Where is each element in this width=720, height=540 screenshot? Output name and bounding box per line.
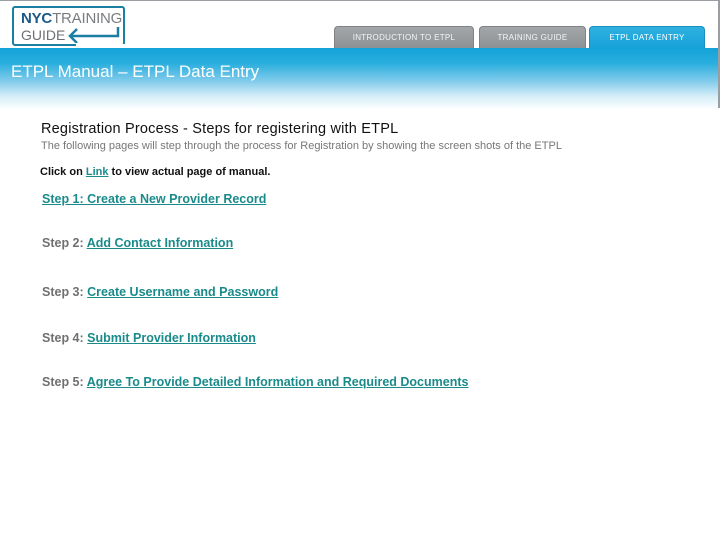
nyc-training-guide-logo[interactable]: NYCTRAINING GUIDE: [12, 6, 129, 50]
step-3: Step 3: Create Username and Password: [42, 285, 278, 299]
click-note-prefix: Click on: [40, 166, 86, 178]
step-2: Step 2: Add Contact Information: [42, 236, 233, 250]
step-2-link[interactable]: Add Contact Information: [87, 236, 234, 250]
page-title: ETPL Manual – ETPL Data Entry: [11, 62, 260, 81]
arrow-left-icon: [68, 27, 120, 43]
logo-nyc-text: NYC: [21, 10, 53, 27]
click-note: Click on Link to view actual page of man…: [40, 166, 270, 178]
tab-introduction-to-etpl[interactable]: INTRODUCTION TO ETPL: [334, 26, 474, 48]
step-4-prefix: Step 4:: [42, 331, 88, 345]
tab-training-guide[interactable]: TRAINING GUIDE: [479, 26, 586, 48]
step-3-link[interactable]: Create Username and Password: [87, 285, 278, 299]
step-3-prefix: Step 3:: [42, 285, 88, 299]
logo-line1: NYCTRAINING: [21, 11, 122, 26]
step-1: Step 1: Create a New Provider Record: [42, 192, 266, 206]
link-example[interactable]: Link: [86, 166, 109, 178]
tab-label: ETPL DATA ENTRY: [609, 33, 685, 42]
tab-etpl-data-entry[interactable]: ETPL DATA ENTRY: [589, 26, 705, 48]
step-5-link[interactable]: Agree To Provide Detailed Information an…: [87, 375, 469, 389]
tab-label: TRAINING GUIDE: [497, 33, 568, 42]
top-border: [0, 0, 720, 1]
logo-guide-text: GUIDE: [21, 27, 66, 43]
step-4: Step 4: Submit Provider Information: [42, 331, 256, 345]
click-note-suffix: to view actual page of manual.: [108, 166, 271, 178]
step-2-prefix: Step 2:: [42, 236, 87, 250]
step-5-prefix: Step 5:: [42, 375, 87, 389]
step-1-link[interactable]: Step 1: Create a New Provider Record: [42, 192, 266, 206]
logo-training-text: TRAINING: [52, 10, 123, 27]
tab-label: INTRODUCTION TO ETPL: [352, 33, 456, 42]
section-description: The following pages will step through th…: [41, 140, 562, 152]
section-title: Registration Process - Steps for registe…: [41, 121, 399, 137]
step-4-link[interactable]: Submit Provider Information: [87, 331, 256, 345]
step-5: Step 5: Agree To Provide Detailed Inform…: [42, 375, 468, 389]
